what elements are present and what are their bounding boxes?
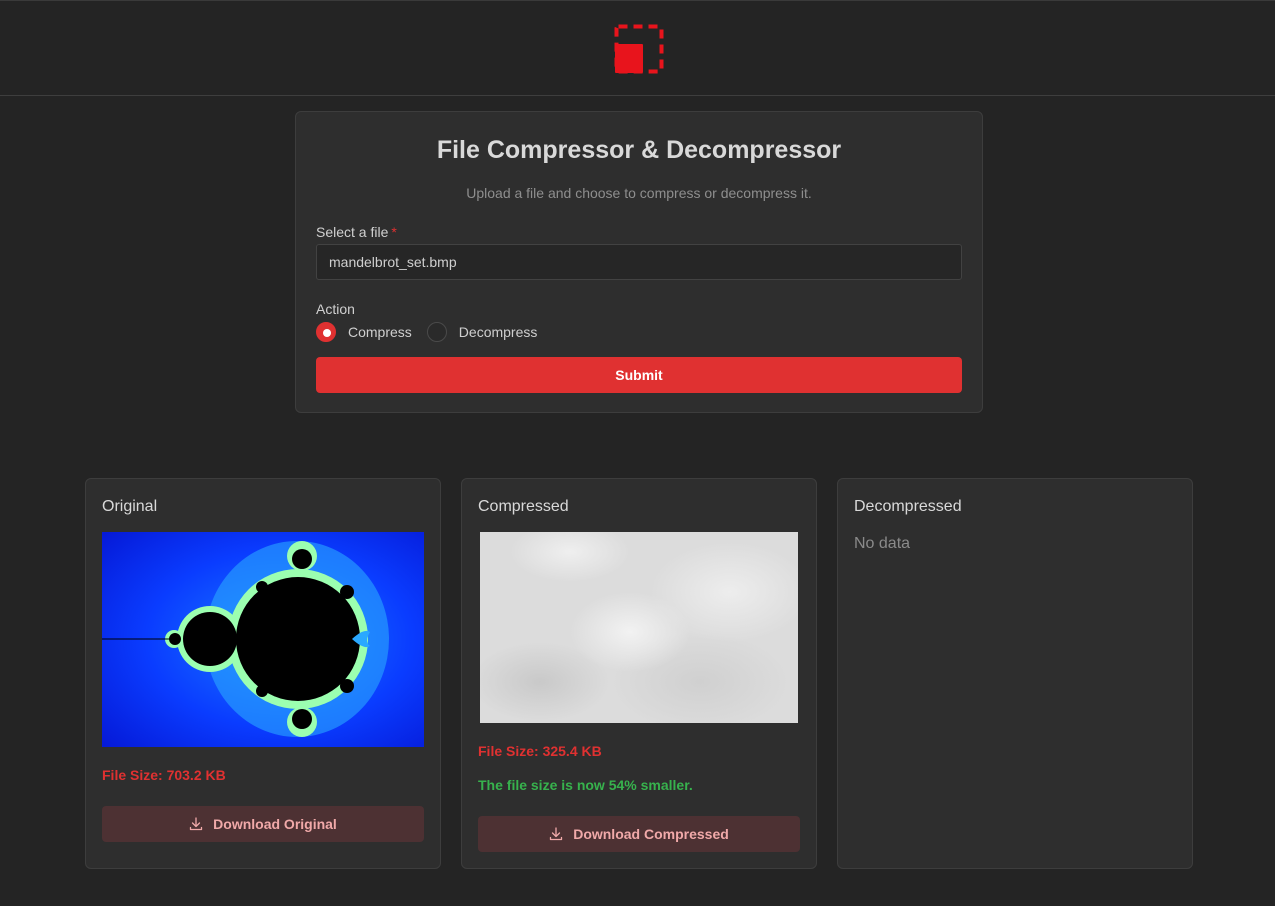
decompressed-panel: Decompressed No data (837, 478, 1193, 869)
download-original-button[interactable]: Download Original (102, 806, 424, 842)
required-marker: * (391, 224, 397, 240)
download-icon (550, 827, 563, 841)
original-panel-title: Original (102, 498, 158, 515)
original-file-size: File Size: 703.2 KB (102, 767, 226, 783)
compressed-panel: Compressed File Size: 325.4 KB The file … (461, 478, 817, 869)
download-compressed-label: Download Compressed (573, 826, 729, 842)
no-data-text: No data (854, 535, 911, 552)
file-field-label-text: Select a file (316, 224, 389, 240)
compressed-file-size: File Size: 325.4 KB (478, 743, 602, 759)
download-compressed-button[interactable]: Download Compressed (478, 816, 800, 852)
action-label: Action (316, 301, 355, 317)
app-header (0, 0, 1275, 96)
size-savings-text: The file size is now 54% smaller. (478, 777, 693, 793)
compressed-panel-title: Compressed (478, 498, 569, 515)
mandelbrot-image (102, 532, 424, 747)
file-field-label: Select a file * (316, 224, 397, 240)
download-original-label: Download Original (213, 816, 337, 832)
original-panel: Original File Size: 703.2 KB Download Or… (85, 478, 441, 869)
submit-button[interactable]: Submit (316, 357, 962, 393)
compress-radio[interactable] (316, 322, 336, 342)
page-title: File Compressor & Decompressor (436, 136, 842, 164)
download-icon (190, 817, 203, 831)
file-input[interactable]: mandelbrot_set.bmp (316, 244, 962, 280)
decompress-radio[interactable] (426, 322, 447, 342)
action-radio-group: Compress Decompress (316, 321, 552, 343)
compress-option[interactable]: Compress (316, 322, 412, 342)
upload-form-card: File Compressor & Decompressor Upload a … (295, 111, 983, 413)
decompress-label: Decompress (458, 324, 538, 340)
page-subtitle: Upload a file and choose to compress or … (466, 185, 812, 201)
decompress-option[interactable]: Decompress (426, 322, 538, 342)
compressed-image-preview (480, 532, 798, 723)
resize-square-icon (614, 24, 664, 74)
decompressed-panel-title: Decompressed (854, 498, 962, 515)
compress-label: Compress (348, 324, 412, 340)
